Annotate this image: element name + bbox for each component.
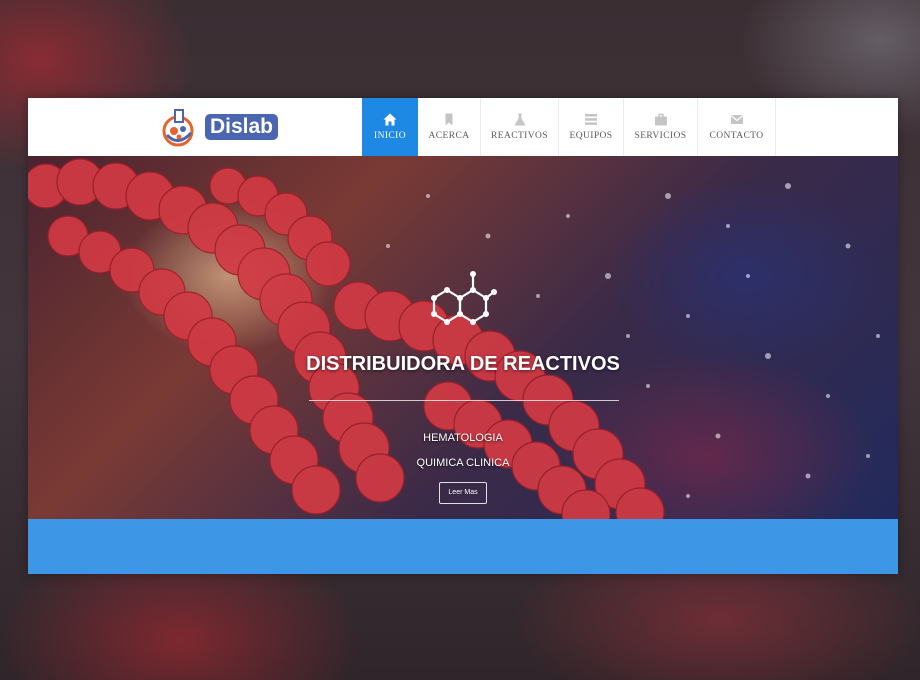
nav-label: EQUIPOS xyxy=(569,131,613,141)
hero-subtitle-quimica: QUIMICA CLINICA xyxy=(416,457,510,469)
bookmark-icon xyxy=(445,113,453,126)
nav-label: INICIO xyxy=(374,131,406,141)
nav-label: SERVICIOS xyxy=(634,131,687,141)
nav-item-inicio[interactable]: INICIO xyxy=(362,98,418,156)
nav-item-servicios[interactable]: SERVICIOS xyxy=(624,98,698,156)
brand-logo[interactable]: Dislab xyxy=(158,107,283,147)
brand-name: Dislab xyxy=(205,114,278,140)
flask-molecule-logo-icon xyxy=(162,109,194,147)
nav-item-equipos[interactable]: EQUIPOS xyxy=(559,98,624,156)
read-more-button[interactable]: Leer Mas xyxy=(439,482,487,504)
nav-label: REACTIVOS xyxy=(491,131,548,141)
site-window: Dislab INICIO ACERCA REACTIVOS EQUIPOS S… xyxy=(28,98,898,574)
list-icon xyxy=(585,114,597,125)
hero-subtitle-hematologia: HEMATOLOGIA xyxy=(423,432,503,444)
main-nav: INICIO ACERCA REACTIVOS EQUIPOS SERVICIO… xyxy=(362,98,776,156)
home-icon xyxy=(383,113,397,126)
blue-band xyxy=(28,519,898,574)
flask-icon xyxy=(514,113,525,126)
hero-slider: DISTRIBUIDORA DE REACTIVOS HEMATOLOGIA Q… xyxy=(28,156,898,519)
nav-label: CONTACTO xyxy=(709,131,764,141)
hero-title: DISTRIBUIDORA DE REACTIVOS xyxy=(306,353,620,375)
briefcase-icon xyxy=(654,113,667,126)
envelope-icon xyxy=(730,115,743,124)
nav-item-reactivos[interactable]: REACTIVOS xyxy=(481,98,559,156)
navbar: Dislab INICIO ACERCA REACTIVOS EQUIPOS S… xyxy=(28,98,898,156)
hero-divider xyxy=(309,400,619,401)
nav-item-acerca[interactable]: ACERCA xyxy=(418,98,481,156)
hero-content: DISTRIBUIDORA DE REACTIVOS HEMATOLOGIA Q… xyxy=(28,156,898,519)
nav-item-contacto[interactable]: CONTACTO xyxy=(698,98,776,156)
molecule-icon xyxy=(431,271,497,325)
nav-label: ACERCA xyxy=(428,131,470,141)
